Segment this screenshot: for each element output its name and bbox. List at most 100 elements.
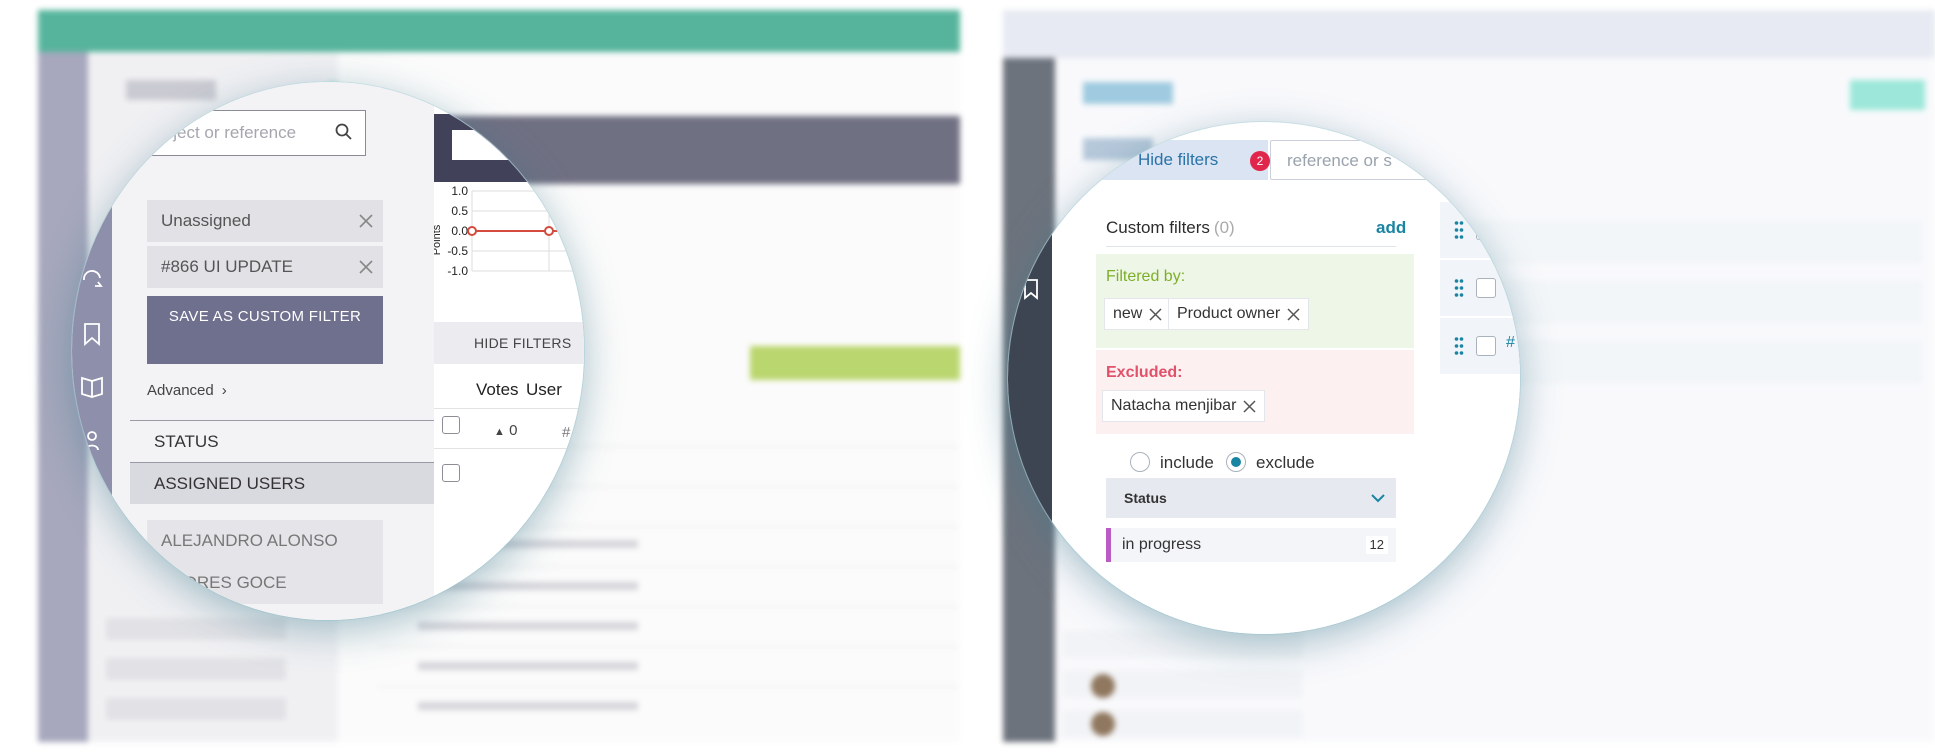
y-tick-label: 1.0 — [451, 184, 468, 198]
save-custom-filter-button[interactable]: SAVE AS CUSTOM FILTER — [147, 296, 383, 364]
chevron-down-icon — [1371, 494, 1385, 503]
excluded-box: Excluded: Natacha menjibar — [1096, 350, 1414, 434]
card[interactable]: # — [1440, 318, 1520, 374]
filter-count-badge: 2 — [1250, 151, 1270, 171]
votes-value: ▲ 0 — [494, 422, 517, 439]
add-custom-filter-link[interactable]: add — [1376, 218, 1406, 238]
bookmark-icon[interactable] — [80, 322, 104, 346]
filters-panel: Custom filters (0) add Filtered by: new P… — [1088, 188, 1416, 634]
screenshot: △ Unassigned #866 — [0, 0, 1935, 753]
close-icon[interactable] — [357, 258, 375, 276]
filtered-by-label: Filtered by: — [1106, 268, 1186, 285]
background-avatar — [1091, 674, 1115, 698]
status-option-count: 12 — [1365, 536, 1388, 554]
card[interactable] — [1440, 202, 1520, 258]
card-checkbox[interactable] — [1476, 220, 1496, 240]
backlog-main: Points 1.0 0.5 0.0 -0.5 -1.0 HIDE FILTERS Vo… — [434, 82, 584, 620]
filter-tag: new — [1104, 298, 1172, 330]
include-radio[interactable]: include — [1130, 452, 1214, 473]
user-column-header[interactable]: User — [526, 380, 562, 400]
nav-rail: △ — [72, 82, 112, 620]
kanban-icon[interactable] — [1020, 226, 1042, 248]
status-section-header[interactable]: Status — [1106, 478, 1396, 518]
row-checkbox[interactable] — [442, 464, 460, 482]
close-icon[interactable] — [1243, 400, 1256, 413]
user-filter-option[interactable]: ANDRES GOCE — [147, 562, 383, 604]
nav-rail — [1008, 122, 1052, 634]
status-section-label: Status — [1124, 490, 1167, 506]
search-box — [1270, 140, 1437, 180]
filter-tag: Product owner — [1168, 298, 1310, 330]
exclude-radio[interactable]: exclude — [1226, 452, 1315, 473]
hide-filters-button[interactable]: HIDE FILTERS — [434, 322, 584, 364]
applied-filter-label: #866 UI UPDATE — [161, 257, 293, 276]
cards-column: # # — [1436, 122, 1520, 634]
close-icon[interactable] — [357, 212, 375, 230]
card-checkbox[interactable] — [1476, 336, 1496, 356]
close-icon[interactable] — [1149, 308, 1162, 321]
background-row-text — [418, 702, 638, 710]
background-list-row — [1063, 630, 1303, 658]
card-checkbox[interactable] — [1476, 278, 1496, 298]
filter-tag-label: Product owner — [1177, 305, 1281, 322]
background-new-button — [1850, 80, 1925, 110]
drag-handle-icon[interactable] — [1454, 220, 1464, 240]
magnifier-left: △ Unassigned #866 — [72, 82, 584, 620]
burndown-chart: Points 1.0 0.5 0.0 -0.5 -1.0 — [434, 184, 584, 278]
search-icon[interactable] — [335, 123, 353, 141]
card-ref[interactable]: # — [1506, 276, 1515, 294]
chevron-right-icon: › — [221, 382, 227, 399]
hide-filters-button[interactable]: Hide filters 2 — [1092, 140, 1270, 180]
background-row-divider — [378, 646, 958, 647]
stats-highlight — [452, 130, 522, 160]
search-input[interactable] — [143, 121, 323, 145]
wiki-book-icon[interactable] — [80, 374, 104, 398]
background-row-text — [418, 662, 638, 670]
burndown-point — [544, 226, 554, 236]
applied-filter-chip: #866 UI UPDATE — [147, 246, 383, 288]
radio-button-selected[interactable] — [1226, 452, 1246, 472]
divider — [434, 448, 584, 449]
row-checkbox[interactable] — [442, 416, 460, 434]
close-icon[interactable] — [1287, 308, 1300, 321]
assigned-users-section-header[interactable]: ASSIGNED USERS — [130, 462, 474, 504]
votes-count: 0 — [509, 422, 518, 439]
user-filter-option[interactable]: ALEJANDRO ALONSO — [147, 520, 383, 562]
drag-handle-icon[interactable] — [1454, 278, 1464, 298]
drag-handle-icon[interactable] — [1454, 336, 1464, 356]
custom-filters-title: Custom filters (0) — [1106, 218, 1235, 238]
background-row-divider — [378, 686, 958, 687]
radio-button[interactable] — [1130, 452, 1150, 472]
bookmark-icon[interactable] — [1020, 278, 1042, 300]
card[interactable]: # — [1440, 260, 1520, 316]
nav-icon[interactable]: △ — [80, 166, 104, 190]
background-user-row — [106, 618, 286, 640]
applied-filter-chip: Unassigned — [147, 200, 383, 242]
custom-filters-label: Custom filters — [1106, 218, 1210, 237]
y-tick-label: 0.5 — [451, 204, 468, 218]
status-section-header[interactable]: STATUS — [130, 420, 474, 462]
y-tick-label: -1.0 — [447, 264, 468, 278]
status-option[interactable]: in progress 12 — [1106, 528, 1396, 562]
divider — [1106, 246, 1396, 247]
divider — [434, 408, 584, 409]
search-box — [130, 110, 366, 156]
sprint-loop-icon[interactable] — [80, 266, 104, 290]
status-color-bar — [1106, 528, 1111, 562]
team-icon[interactable] — [80, 428, 104, 452]
background-page-title — [1083, 82, 1173, 104]
card-ref[interactable]: # — [1506, 334, 1515, 352]
background-avatar — [1091, 712, 1115, 736]
applied-filter-label: Unassigned — [161, 211, 251, 230]
excluded-tag: Natacha menjibar — [1102, 390, 1266, 422]
hide-filters-label: Hide filters — [1138, 150, 1219, 169]
background-top-bar — [38, 10, 960, 52]
y-tick-labels: 1.0 0.5 0.0 -0.5 -1.0 — [447, 184, 468, 278]
upvote-icon[interactable]: ▲ — [494, 426, 505, 438]
advanced-link[interactable]: Advanced › — [147, 382, 227, 399]
votes-column-header[interactable]: Votes — [476, 380, 519, 400]
magnifier-right: Hide filters 2 Custom filters(0) add Fil… — [1008, 122, 1520, 634]
chart-ylabel: Points — [434, 224, 443, 255]
search-input[interactable] — [1287, 149, 1437, 173]
filter-sidebar: Unassigned #866 UI UPDATE SAVE AS CUSTOM… — [112, 82, 474, 620]
